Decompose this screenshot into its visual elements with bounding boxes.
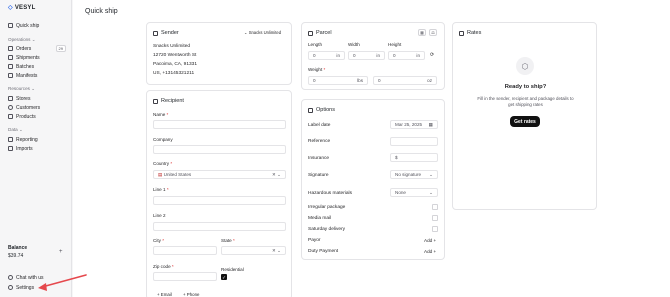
annotation-arrow: [38, 274, 87, 291]
